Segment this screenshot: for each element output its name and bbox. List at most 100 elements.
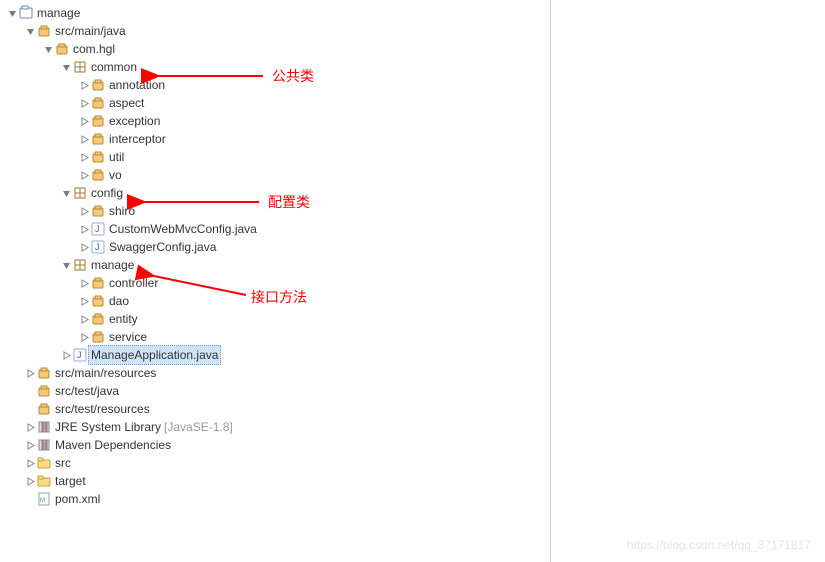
tree-item-shiro[interactable]: shiro <box>6 202 825 220</box>
tree-item-src-test-resources[interactable]: src/test/resources <box>6 400 825 418</box>
tree-item-label: src/main/java <box>55 22 126 40</box>
tree-item-manageapplication-java[interactable]: J ManageApplication.java <box>6 346 825 364</box>
pkg-icon <box>36 365 52 381</box>
tree-item-exception[interactable]: exception <box>6 112 825 130</box>
watermark: https://blog.csdn.net/qq_37171817 <box>627 538 811 552</box>
tree-item-label: service <box>109 328 147 346</box>
chevron-down-icon[interactable] <box>60 261 72 270</box>
pkg-icon <box>90 275 106 291</box>
chevron-right-icon[interactable] <box>78 297 90 306</box>
fld-icon <box>36 473 52 489</box>
chevron-right-icon[interactable] <box>24 423 36 432</box>
tree-item-label: Maven Dependencies <box>55 436 171 454</box>
tree-item-pom-xml[interactable]: Mpom.xml <box>6 490 825 508</box>
pkgsq-icon <box>72 185 88 201</box>
tree-item-label: ManageApplication.java <box>88 345 221 365</box>
pkg-icon <box>90 293 106 309</box>
chevron-right-icon[interactable] <box>78 279 90 288</box>
chevron-right-icon[interactable] <box>78 153 90 162</box>
chevron-right-icon[interactable] <box>24 459 36 468</box>
annotation-common: 公共类 <box>272 66 314 86</box>
tree-item-interceptor[interactable]: interceptor <box>6 130 825 148</box>
pkg-icon <box>36 383 52 399</box>
chevron-right-icon[interactable] <box>78 315 90 324</box>
java-icon: J <box>72 347 88 363</box>
chevron-right-icon[interactable] <box>78 135 90 144</box>
tree-item-entity[interactable]: entity <box>6 310 825 328</box>
tree-item-vo[interactable]: vo <box>6 166 825 184</box>
svg-text:M: M <box>40 498 45 504</box>
tree-item-label: exception <box>109 112 160 130</box>
tree-item-util[interactable]: util <box>6 148 825 166</box>
tree-item-hint: [JavaSE-1.8] <box>164 418 233 436</box>
tree-item-label: SwaggerConfig.java <box>109 238 216 256</box>
chevron-right-icon[interactable] <box>78 171 90 180</box>
tree-item-label: aspect <box>109 94 144 112</box>
tree-item-src-main-java[interactable]: src/main/java <box>6 22 825 40</box>
annotation-config: 配置类 <box>268 192 310 212</box>
tree-item-label: target <box>55 472 86 490</box>
chevron-right-icon[interactable] <box>78 99 90 108</box>
tree-item-label: vo <box>109 166 122 184</box>
chevron-right-icon[interactable] <box>78 207 90 216</box>
tree-item-customwebmvcconfig-java[interactable]: JCustomWebMvcConfig.java <box>6 220 825 238</box>
chevron-right-icon[interactable] <box>78 225 90 234</box>
tree-item-dao[interactable]: dao <box>6 292 825 310</box>
annotation-manage: 接口方法 <box>251 287 307 307</box>
tree-item-label: dao <box>109 292 129 310</box>
tree-item-jre-system-library[interactable]: JRE System Library[JavaSE-1.8] <box>6 418 825 436</box>
pkg-icon <box>90 77 106 93</box>
tree-item-com-hgl[interactable]: com.hgl <box>6 40 825 58</box>
tree-item-src-main-resources[interactable]: src/main/resources <box>6 364 825 382</box>
chevron-right-icon[interactable] <box>78 117 90 126</box>
chevron-right-icon[interactable] <box>24 441 36 450</box>
tree-item-common[interactable]: common <box>6 58 825 76</box>
pkgsq-icon <box>72 257 88 273</box>
svg-text:J: J <box>77 350 82 360</box>
tree-item-label: manage <box>37 4 80 22</box>
tree-item-swaggerconfig-java[interactable]: JSwaggerConfig.java <box>6 238 825 256</box>
tree-item-aspect[interactable]: aspect <box>6 94 825 112</box>
chevron-right-icon[interactable] <box>24 477 36 486</box>
chevron-down-icon[interactable] <box>42 45 54 54</box>
pkg-icon <box>90 329 106 345</box>
tree-item-manage[interactable]: manage <box>6 256 825 274</box>
tree-item-label: src/test/java <box>55 382 119 400</box>
tree-item-label: com.hgl <box>73 40 115 58</box>
pane-divider[interactable] <box>550 0 551 562</box>
tree-item-controller[interactable]: controller <box>6 274 825 292</box>
chevron-right-icon[interactable] <box>24 369 36 378</box>
chevron-down-icon[interactable] <box>6 9 18 18</box>
chevron-right-icon[interactable] <box>60 351 72 360</box>
tree-item-src-test-java[interactable]: src/test/java <box>6 382 825 400</box>
chevron-down-icon[interactable] <box>24 27 36 36</box>
tree-item-label: common <box>91 58 137 76</box>
chevron-right-icon[interactable] <box>78 243 90 252</box>
tree-item-label: src <box>55 454 71 472</box>
tree-item-label: src/test/resources <box>55 400 150 418</box>
project-tree[interactable]: managesrc/main/javacom.hglcommonannotati… <box>0 0 825 508</box>
tree-item-maven-dependencies[interactable]: Maven Dependencies <box>6 436 825 454</box>
pkg-icon <box>90 203 106 219</box>
tree-item-manage[interactable]: manage <box>6 4 825 22</box>
chevron-down-icon[interactable] <box>60 63 72 72</box>
tree-item-label: pom.xml <box>55 490 100 508</box>
lib-icon <box>36 419 52 435</box>
pkg-icon <box>90 95 106 111</box>
pkg-icon <box>90 113 106 129</box>
tree-item-target[interactable]: target <box>6 472 825 490</box>
tree-item-label: JRE System Library <box>55 418 161 436</box>
pkgsq-icon <box>72 59 88 75</box>
chevron-right-icon[interactable] <box>78 333 90 342</box>
tree-item-src[interactable]: src <box>6 454 825 472</box>
arrow-config <box>141 193 261 211</box>
tree-item-service[interactable]: service <box>6 328 825 346</box>
tree-item-label: shiro <box>109 202 135 220</box>
tree-item-annotation[interactable]: annotation <box>6 76 825 94</box>
chevron-right-icon[interactable] <box>78 81 90 90</box>
tree-item-config[interactable]: config <box>6 184 825 202</box>
pkg-icon <box>90 167 106 183</box>
tree-item-label: manage <box>91 256 134 274</box>
arrow-common <box>155 67 265 85</box>
chevron-down-icon[interactable] <box>60 189 72 198</box>
